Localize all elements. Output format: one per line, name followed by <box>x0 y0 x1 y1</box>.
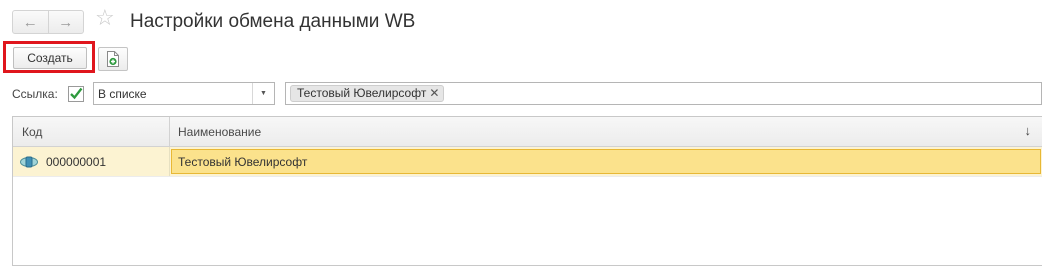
create-button[interactable]: Создать <box>13 47 87 69</box>
sort-down-arrow-icon: ↓ <box>1024 123 1032 138</box>
filter-value-tag-label: Тестовый Ювелирсофт <box>297 86 427 100</box>
table-header: Код Наименование ↓ <box>13 117 1042 147</box>
filter-label: Ссылка: <box>12 87 58 101</box>
add-document-button[interactable] <box>98 47 128 71</box>
column-header-code[interactable]: Код <box>13 117 170 146</box>
add-document-icon <box>107 51 119 67</box>
cell-code[interactable]: 000000001 <box>13 147 170 176</box>
filter-checkbox[interactable] <box>68 86 84 102</box>
close-icon[interactable]: ✕ <box>429 86 439 101</box>
exchange-node-icon <box>20 156 38 167</box>
column-header-name[interactable]: Наименование <box>170 117 1042 146</box>
navigation-buttons: ← → <box>12 10 84 34</box>
comparison-value: В списке <box>98 87 147 101</box>
chevron-down-icon[interactable]: ▼ <box>252 83 274 104</box>
data-table: Код Наименование ↓ 000000001 Тестовый Юв… <box>12 116 1042 266</box>
cell-code-text: 000000001 <box>46 154 107 169</box>
forward-button[interactable]: → <box>47 11 84 33</box>
filter-value-tag: Тестовый Ювелирсофт ✕ <box>290 85 445 102</box>
star-icon[interactable]: ☆ <box>95 7 115 29</box>
column-header-name-label: Наименование <box>178 124 262 139</box>
cell-name[interactable]: Тестовый Ювелирсофт <box>171 149 1041 174</box>
filter-value-field[interactable]: Тестовый Ювелирсофт ✕ <box>285 82 1042 105</box>
table-row[interactable]: 000000001 Тестовый Ювелирсофт <box>13 147 1042 177</box>
arrow-right-icon: → <box>58 13 74 31</box>
back-button[interactable]: ← <box>13 11 48 33</box>
page-title: Настройки обмена данными WB <box>130 11 416 32</box>
arrow-left-icon: ← <box>22 13 38 31</box>
comparison-select[interactable]: В списке ▼ <box>93 82 275 105</box>
